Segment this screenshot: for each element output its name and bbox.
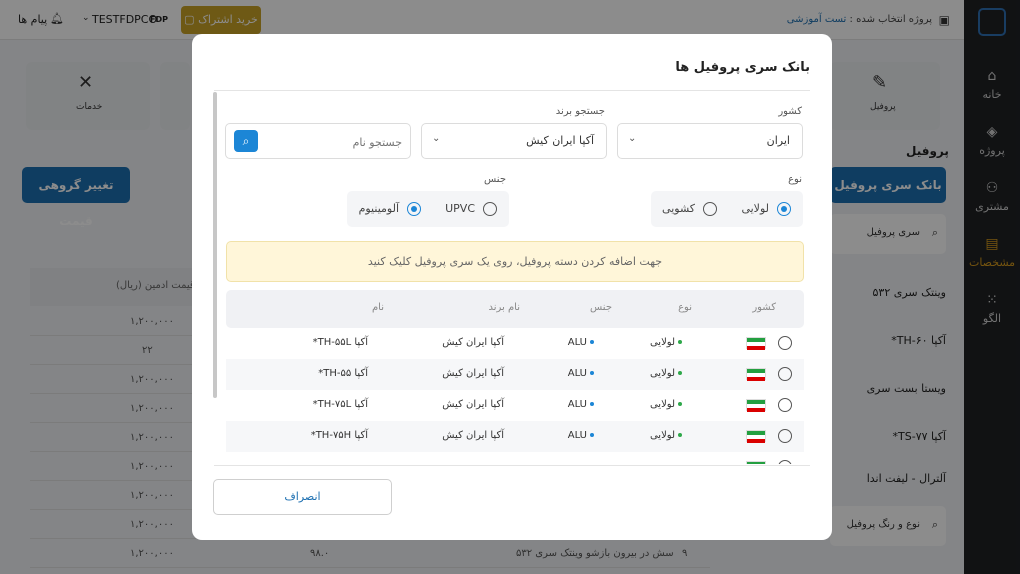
table-row[interactable]: لولایی ALU آکپا ایران کیش آکپا TH-۷۵L*	[226, 390, 804, 421]
iran-flag-icon	[746, 461, 766, 464]
column-header: نوع	[678, 302, 692, 313]
status-dot	[590, 402, 594, 406]
name-search-input[interactable]	[266, 132, 402, 152]
info-alert: جهت اضافه کردن دسته پروفیل، روی یک سری پ…	[226, 241, 804, 282]
type-cell: لولایی	[650, 430, 682, 441]
material-value: ALU	[567, 337, 587, 348]
status-dot	[678, 433, 682, 437]
material-radio-group: UPVC آلومینیوم	[347, 191, 509, 227]
country-select[interactable]: ایران ⌄	[617, 123, 803, 159]
brand-value: آکپا ایران کیش	[526, 134, 594, 147]
type-value: لولایی	[649, 368, 675, 379]
material-value: ALU	[567, 368, 587, 379]
radio-label: کشویی	[662, 202, 695, 215]
radio-label: UPVC	[445, 202, 475, 215]
material-value: ALU	[567, 430, 587, 441]
type-value: لولایی	[649, 399, 675, 410]
name-cell: آکپا TH-۷۵H*	[310, 430, 368, 441]
modal-title: بانک سری پروفیل ها	[675, 60, 810, 75]
material-cell: ALU	[568, 368, 594, 379]
brand-cell: آکپا ایران کیش	[442, 399, 504, 410]
column-header: جنس	[590, 302, 612, 313]
material-value: ALU	[567, 399, 587, 410]
row-radio[interactable]	[778, 367, 792, 381]
table-row[interactable]: لولایی ALU آکپا ایران کیش آکپا TH-۵۵L*	[226, 328, 804, 359]
name-cell: آکپا TH-۵۵*	[318, 368, 368, 379]
scrollbar[interactable]	[213, 92, 217, 398]
country-value: ایران	[766, 134, 790, 147]
brand-label: جستجو برند	[555, 106, 605, 117]
type-cell: لولایی	[650, 368, 682, 379]
status-dot	[678, 371, 682, 375]
row-radio[interactable]	[778, 429, 792, 443]
table-row[interactable]	[226, 452, 804, 464]
name-cell: آکپا TH-۵۵L*	[312, 337, 368, 348]
divider	[214, 465, 810, 466]
cancel-button[interactable]: انصراف	[213, 479, 392, 515]
name-search-field[interactable]: ⌕	[225, 123, 411, 159]
radio-aluminum[interactable]	[407, 202, 421, 216]
material-cell: ALU	[568, 399, 594, 410]
iran-flag-icon	[746, 399, 766, 412]
brand-cell: آکپا ایران کیش	[442, 430, 504, 441]
brand-cell: آکپا ایران کیش	[442, 337, 504, 348]
radio-upvc[interactable]	[483, 202, 497, 216]
profile-series-bank-modal: بانک سری پروفیل ها کشور ایران ⌄ جستجو بر…	[192, 34, 832, 540]
type-cell: لولایی	[650, 337, 682, 348]
column-header: نام برند	[488, 302, 520, 313]
table-row[interactable]: لولایی ALU آکپا ایران کیش آکپا TH-۵۵*	[226, 359, 804, 390]
brand-cell: آکپا ایران کیش	[442, 368, 504, 379]
type-radio-group: لولایی کشویی	[651, 191, 803, 227]
status-dot	[590, 340, 594, 344]
status-dot	[678, 402, 682, 406]
iran-flag-icon	[746, 430, 766, 443]
table-header: کشور نوع جنس نام برند نام	[226, 290, 804, 328]
material-label: جنس	[484, 174, 506, 185]
divider	[214, 90, 810, 91]
status-dot	[590, 371, 594, 375]
type-value: لولایی	[649, 337, 675, 348]
material-cell: ALU	[568, 337, 594, 348]
chevron-down-icon: ⌄	[628, 133, 637, 144]
search-icon: ⌕	[242, 134, 250, 148]
type-label: نوع	[788, 174, 802, 185]
material-cell: ALU	[568, 430, 594, 441]
radio-sliding[interactable]	[703, 202, 717, 216]
table-row[interactable]: لولایی ALU آکپا ایران کیش آکپا TH-۷۵H*	[226, 421, 804, 452]
column-header: نام	[371, 302, 384, 313]
brand-select[interactable]: آکپا ایران کیش ⌄	[421, 123, 607, 159]
radio-hinged[interactable]	[777, 202, 791, 216]
iran-flag-icon	[746, 368, 766, 381]
search-button[interactable]: ⌕	[234, 130, 258, 152]
type-cell: لولایی	[650, 399, 682, 410]
type-value: لولایی	[649, 430, 675, 441]
row-radio[interactable]	[778, 336, 792, 350]
country-label: کشور	[778, 106, 802, 117]
status-dot	[590, 433, 594, 437]
status-dot	[678, 340, 682, 344]
column-header: کشور	[752, 302, 776, 313]
row-radio[interactable]	[778, 398, 792, 412]
iran-flag-icon	[746, 337, 766, 350]
name-cell: آکپا TH-۷۵L*	[312, 399, 368, 410]
chevron-down-icon: ⌄	[432, 133, 441, 144]
radio-label: آلومینیوم	[358, 202, 399, 215]
radio-label: لولایی	[741, 202, 769, 215]
row-radio[interactable]	[778, 460, 792, 464]
